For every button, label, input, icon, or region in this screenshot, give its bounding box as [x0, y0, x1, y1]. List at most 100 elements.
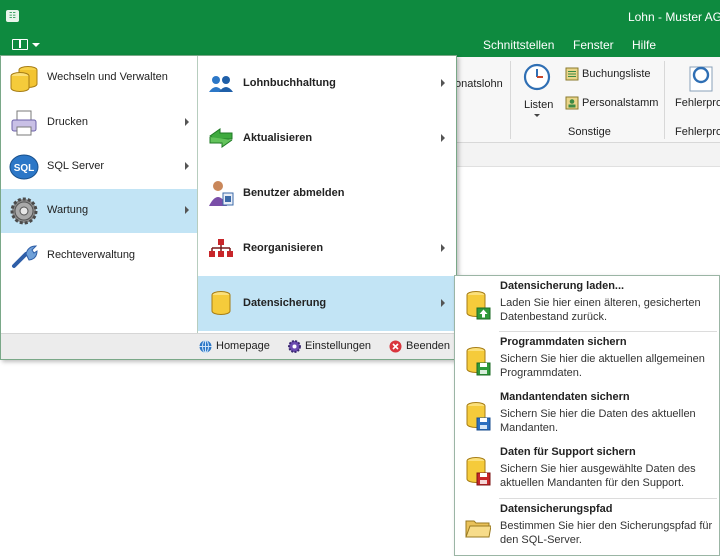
buchungsliste-button[interactable]: Buchungsliste: [563, 67, 663, 83]
title-bar: ☷ Lohn - Muster AG: [0, 0, 720, 33]
listen-label: Listen: [524, 99, 554, 111]
submenu-item-aktualisieren[interactable]: Aktualisieren: [198, 111, 456, 166]
ribbon-tab-bar: Schnittstellen Fenster Hilfe: [0, 33, 720, 57]
user-logout-icon: [209, 181, 234, 206]
database-icon: [211, 291, 231, 315]
personalstamm-label: Personalstamm: [582, 97, 659, 109]
chevron-right-icon: [441, 244, 445, 252]
flyout-item-datensicherung-laden[interactable]: Datensicherung laden... Laden Sie hier e…: [455, 276, 719, 331]
flyout-item-daten-fuer-support-sichern[interactable]: Daten für Support sichern Sichern Sie hi…: [455, 442, 719, 497]
sonstige-group-label: Sonstige: [568, 126, 611, 138]
refresh-icon: [209, 128, 233, 148]
submenu-item-label: Datensicherung: [243, 297, 327, 309]
submenu-item-lohnbuchhaltung[interactable]: Lohnbuchhaltung: [198, 56, 456, 111]
chevron-down-icon: [534, 114, 540, 117]
content-toolbar-strip: [455, 143, 720, 167]
ribbon-separator: [510, 61, 511, 139]
einstellungen-label: Einstellungen: [305, 340, 372, 352]
menu-left-column: Wechseln und Verwalten Drucken SQL SQL S…: [1, 56, 197, 333]
flyout-item-title: Programmdaten sichern: [500, 336, 627, 348]
menu-item-rechteverwaltung[interactable]: Rechteverwaltung: [1, 234, 197, 278]
magnifier-icon: [689, 66, 713, 92]
menu-item-label: SQL Server: [47, 160, 105, 172]
svg-text:SQL: SQL: [14, 163, 35, 174]
close-icon: [389, 340, 402, 353]
globe-icon: [199, 340, 212, 353]
users-icon: [209, 76, 233, 92]
listen-button[interactable]: Listen: [518, 61, 554, 119]
flyout-item-description: Laden Sie hier einen älteren, gesicherte…: [500, 297, 701, 323]
database-upload-icon: [466, 291, 491, 320]
book-icon: [12, 39, 28, 50]
database-save-icon: [466, 457, 491, 486]
chevron-right-icon: [441, 299, 445, 307]
chevron-right-icon: [441, 134, 445, 142]
menu-footer: Homepage Einstellungen Beenden: [1, 333, 456, 359]
submenu-item-label: Lohnbuchhaltung: [243, 77, 336, 89]
submenu-item-datensicherung[interactable]: Datensicherung: [198, 276, 456, 331]
chevron-right-icon: [185, 162, 189, 170]
datensicherung-flyout: Datensicherung laden... Laden Sie hier e…: [454, 275, 720, 556]
application-menu-button[interactable]: [12, 37, 42, 53]
chevron-right-icon: [441, 79, 445, 87]
database-save-icon: [466, 347, 491, 376]
submenu-item-benutzer-abmelden[interactable]: Benutzer abmelden: [198, 166, 456, 221]
homepage-label: Homepage: [216, 340, 270, 352]
clock-icon: [523, 63, 551, 91]
chevron-right-icon: [185, 118, 189, 126]
flyout-item-description: Sichern Sie hier die Daten des aktuellen…: [500, 408, 696, 434]
monatslohn-button-label[interactable]: onatslohn: [455, 78, 503, 90]
settings-icon: [288, 340, 301, 353]
menu-item-label: Rechteverwaltung: [47, 249, 136, 261]
flyout-item-title: Daten für Support sichern: [500, 446, 636, 458]
tab-hilfe[interactable]: Hilfe: [632, 38, 656, 52]
menu-item-label: Wechseln und Verwalten: [47, 71, 168, 83]
chevron-down-icon: [32, 43, 40, 47]
gear-icon: [10, 197, 38, 225]
menu-item-wartung[interactable]: Wartung: [1, 189, 197, 233]
submenu-item-reorganisieren[interactable]: Reorganisieren: [198, 221, 456, 276]
buchungsliste-label: Buchungsliste: [582, 68, 651, 80]
flyout-item-mandantendaten-sichern[interactable]: Mandantendaten sichern Sichern Sie hier …: [455, 387, 719, 442]
application-menu: Wechseln und Verwalten Drucken SQL SQL S…: [0, 55, 457, 360]
submenu-item-label: Benutzer abmelden: [243, 187, 345, 199]
app-window: ☷ Lohn - Muster AG Schnittstellen Fenste…: [0, 0, 720, 556]
fehlerpro-label: Fehlerpro: [675, 97, 720, 109]
personnel-file-icon: [565, 96, 579, 110]
fehlerpro-group-label: Fehlerpro: [675, 126, 720, 138]
flyout-item-description: Sichern Sie hier die aktuellen allgemein…: [500, 353, 705, 379]
tab-fenster[interactable]: Fenster: [573, 38, 614, 52]
wartung-submenu: Lohnbuchhaltung Aktualisieren Benutzer a…: [197, 56, 456, 333]
hierarchy-icon: [209, 239, 233, 257]
flyout-item-title: Datensicherung laden...: [500, 280, 625, 292]
flyout-item-programmdaten-sichern[interactable]: Programmdaten sichern Sichern Sie hier d…: [455, 332, 719, 387]
window-title: Lohn - Muster AG: [627, 10, 720, 24]
database-save-icon: [466, 402, 491, 431]
submenu-item-label: Aktualisieren: [243, 132, 313, 144]
fehlerprotokoll-button[interactable]: Fehlerpro: [672, 61, 720, 117]
ribbon-panel: onatslohn Listen Buchungsliste Personals…: [455, 57, 720, 143]
flyout-item-title: Datensicherungspfad: [500, 503, 613, 515]
folder-icon: [465, 520, 491, 538]
submenu-item-label: Reorganisieren: [243, 242, 324, 254]
menu-item-sql-server[interactable]: SQL SQL Server: [1, 145, 197, 189]
flyout-item-description: Sichern Sie hier ausgewählte Daten des a…: [500, 463, 696, 489]
wrench-icon: [12, 245, 38, 268]
flyout-item-datensicherungspfad[interactable]: Datensicherungspfad Bestimmen Sie hier d…: [455, 499, 719, 554]
menu-item-label: Drucken: [47, 116, 88, 128]
printer-icon: [11, 110, 37, 136]
flyout-item-description: Bestimmen Sie hier den Sicherungspfad fü…: [500, 520, 713, 546]
ledger-icon: [565, 67, 579, 81]
app-icon: ☷: [6, 10, 19, 22]
beenden-label: Beenden: [406, 340, 451, 352]
personalstamm-button[interactable]: Personalstamm: [563, 96, 663, 112]
database-stack-icon: [10, 66, 38, 92]
ribbon-separator: [664, 61, 665, 139]
menu-item-label: Wartung: [47, 204, 89, 216]
menu-item-drucken[interactable]: Drucken: [1, 101, 197, 145]
tab-schnittstellen[interactable]: Schnittstellen: [483, 38, 554, 52]
sql-server-icon: SQL: [9, 154, 39, 180]
chevron-right-icon: [185, 206, 189, 214]
menu-item-wechseln-verwalten[interactable]: Wechseln und Verwalten: [1, 56, 197, 100]
flyout-item-title: Mandantendaten sichern: [500, 391, 630, 403]
